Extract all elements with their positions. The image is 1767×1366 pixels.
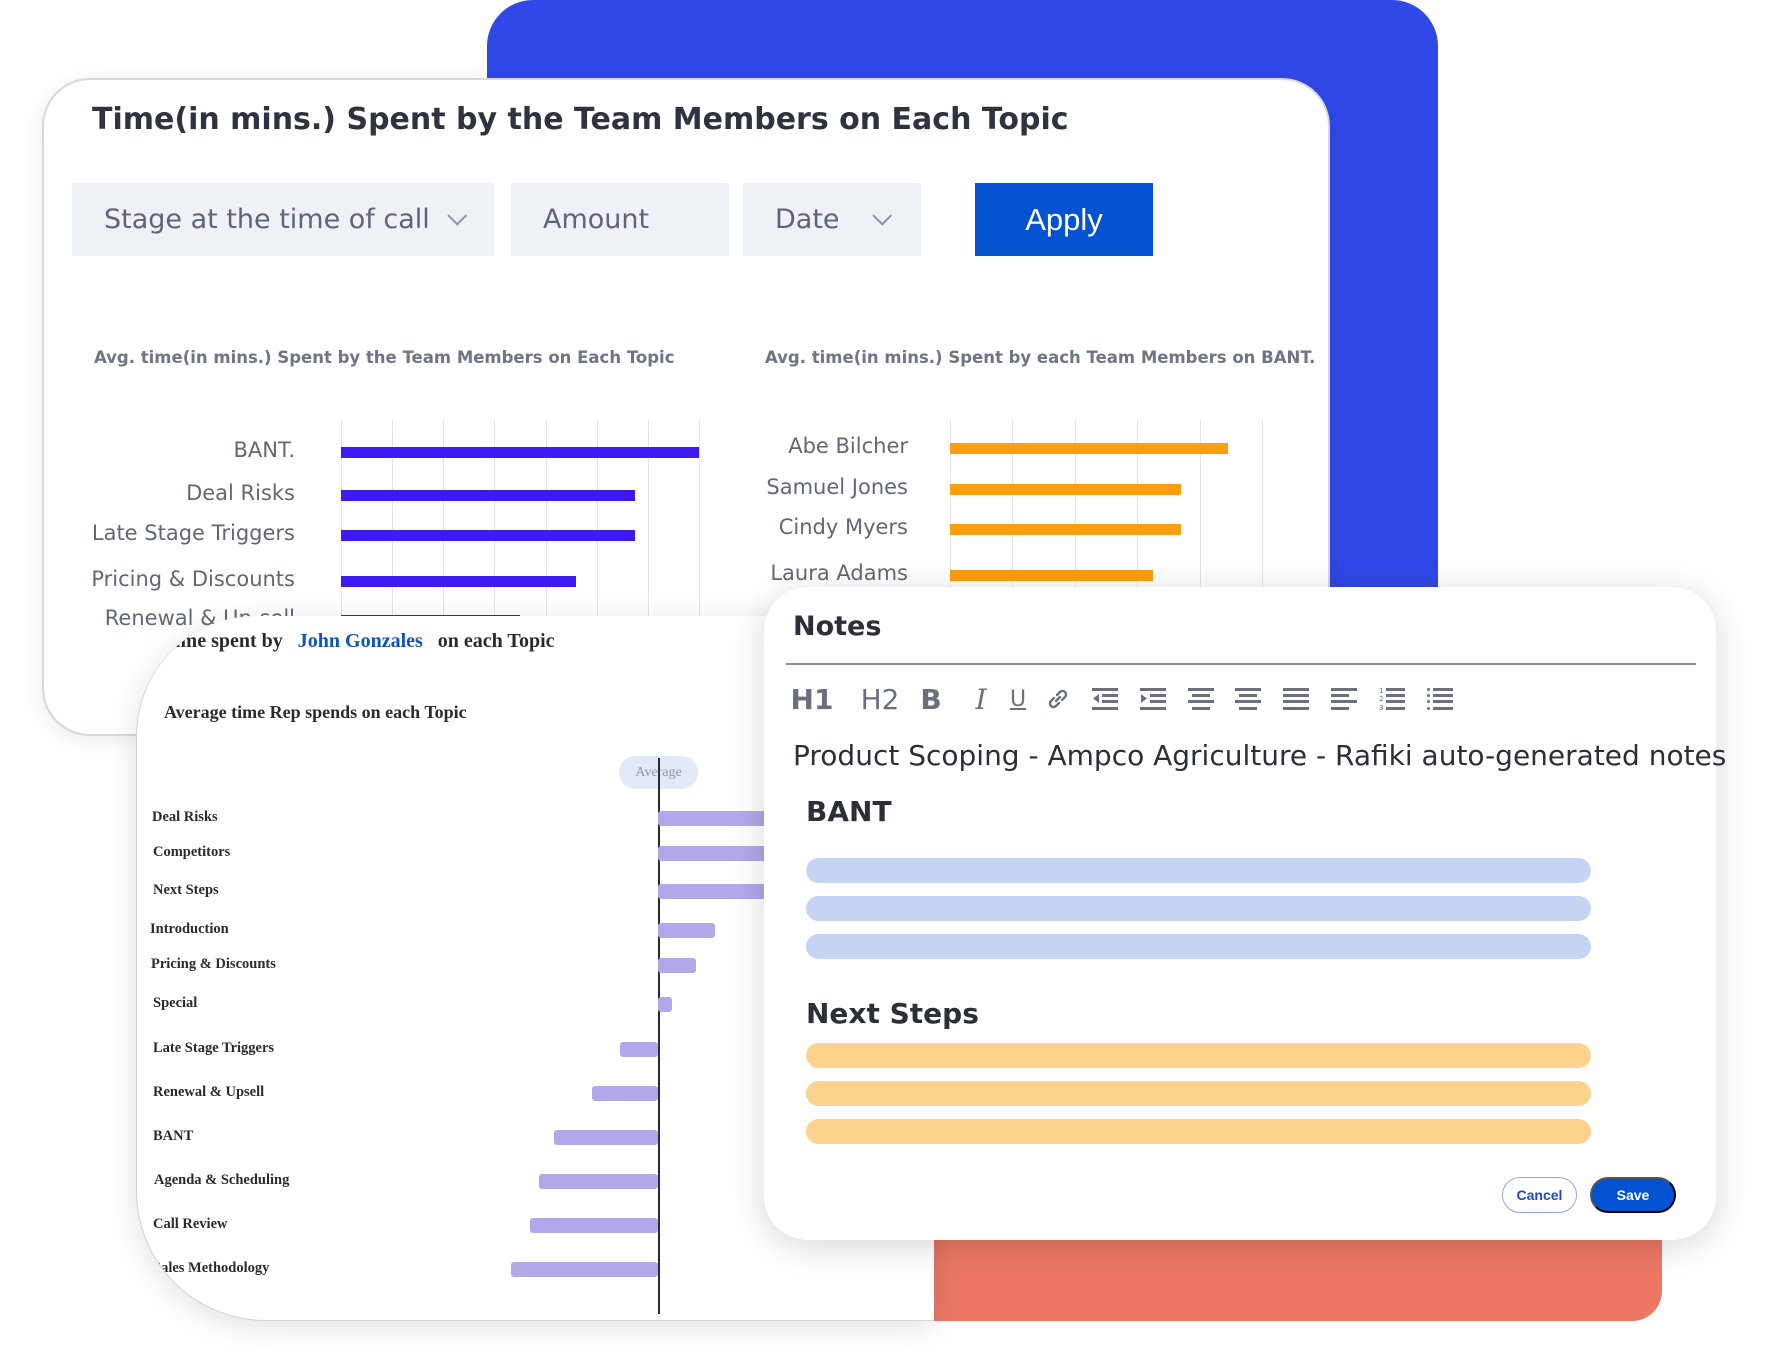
bar	[950, 484, 1181, 495]
link-icon[interactable]	[1043, 677, 1073, 721]
amount-filter-label: Amount	[543, 204, 650, 235]
underline-icon[interactable]: U	[1005, 677, 1031, 721]
align-justify-icon[interactable]	[1281, 677, 1311, 721]
indent-icon[interactable]	[1138, 677, 1168, 721]
topic-label: BANT	[153, 1128, 194, 1144]
category-label: Laura Adams	[770, 561, 908, 585]
amount-filter[interactable]: Amount	[511, 183, 729, 256]
bold-icon[interactable]: B	[916, 677, 946, 721]
document-title: Product Scoping - Ampco Agriculture - Ra…	[793, 739, 1727, 772]
chevron-down-icon	[447, 205, 468, 226]
svg-text:1: 1	[1379, 687, 1383, 695]
topic-label: Pricing & Discounts	[151, 956, 276, 972]
topic-label: Competitors	[153, 844, 231, 860]
date-filter-label: Date	[775, 204, 840, 235]
topic-label: Late Stage Triggers	[153, 1040, 275, 1056]
bar	[529, 1218, 658, 1233]
svg-text:2: 2	[1379, 695, 1383, 703]
bar	[510, 1262, 658, 1277]
notes-divider	[786, 663, 1696, 665]
italic-label: I	[975, 682, 987, 716]
topic-label: Sales Methodology	[153, 1260, 270, 1276]
placeholder-line	[806, 1081, 1591, 1106]
bar	[950, 524, 1181, 535]
date-filter-dropdown[interactable]: Date	[743, 183, 921, 256]
bar	[539, 1174, 658, 1189]
underline-label: U	[1009, 686, 1027, 712]
numbered-list-icon[interactable]: 123	[1377, 677, 1407, 721]
heading-1-icon[interactable]: H1	[790, 677, 834, 721]
h1-label: H1	[790, 682, 834, 716]
bar	[658, 923, 715, 938]
topic-label: Introduction	[150, 921, 229, 937]
placeholder-line	[806, 1119, 1591, 1144]
placeholder-line	[806, 896, 1591, 921]
topic-label: Agenda & Scheduling	[154, 1172, 290, 1188]
member-chart-title: Avg. time(in mins.) Spent by each Team M…	[765, 348, 1316, 367]
topic-label: Special	[153, 995, 198, 1011]
notes-title: Notes	[793, 611, 882, 642]
save-button[interactable]: Save	[1590, 1177, 1676, 1213]
svg-text:3: 3	[1379, 704, 1383, 712]
card-title: Time(in mins.) Spent by the Team Members…	[92, 102, 1069, 137]
chevron-down-icon	[872, 205, 893, 226]
category-label: Deal Risks	[186, 481, 295, 505]
bar	[658, 958, 696, 973]
bar	[553, 1130, 658, 1145]
category-label: Samuel Jones	[766, 475, 908, 499]
cancel-button[interactable]: Cancel	[1502, 1177, 1577, 1213]
category-label: Pricing & Discounts	[91, 567, 295, 591]
apply-button[interactable]: Apply	[975, 183, 1153, 256]
topic-chart-title: Avg. time(in mins.) Spent by the Team Me…	[94, 348, 675, 367]
h2-label: H2	[860, 682, 900, 716]
align-right-icon[interactable]	[1186, 677, 1216, 721]
bar	[341, 490, 636, 501]
placeholder-line	[806, 1043, 1591, 1068]
heading-2-icon[interactable]: H2	[858, 677, 902, 721]
bar	[950, 570, 1153, 581]
category-label: BANT.	[233, 438, 296, 462]
topic-label: Deal Risks	[152, 809, 218, 825]
placeholder-line	[806, 858, 1591, 883]
stage-filter-dropdown[interactable]: Stage at the time of call	[72, 183, 494, 256]
section-heading-next-steps: Next Steps	[806, 997, 979, 1030]
topic-label: Call Review	[153, 1216, 228, 1232]
placeholder-line	[806, 934, 1591, 959]
bar	[591, 1086, 658, 1101]
bar	[620, 1042, 658, 1057]
bulleted-list-icon[interactable]	[1425, 677, 1455, 721]
section-heading-bant: BANT	[806, 795, 892, 828]
stage-filter-label: Stage at the time of call	[104, 204, 430, 235]
bar	[950, 443, 1228, 454]
italic-icon[interactable]: I	[968, 677, 994, 721]
category-label: Late Stage Triggers	[91, 521, 295, 545]
category-label: Cindy Myers	[778, 515, 908, 539]
bar	[658, 997, 673, 1012]
align-left-icon[interactable]	[1329, 677, 1359, 721]
topic-label: Next Steps	[153, 882, 219, 898]
align-center-icon[interactable]	[1233, 677, 1263, 721]
bar	[341, 576, 577, 587]
bar	[341, 530, 636, 541]
category-label: Abe Bilcher	[788, 434, 908, 458]
outdent-icon[interactable]	[1090, 677, 1120, 721]
notes-panel: Notes H1 H2 B I U 123 Product Scoping - …	[764, 587, 1726, 1240]
bold-label: B	[920, 682, 942, 716]
topic-label: Renewal & Upsell	[153, 1084, 265, 1100]
